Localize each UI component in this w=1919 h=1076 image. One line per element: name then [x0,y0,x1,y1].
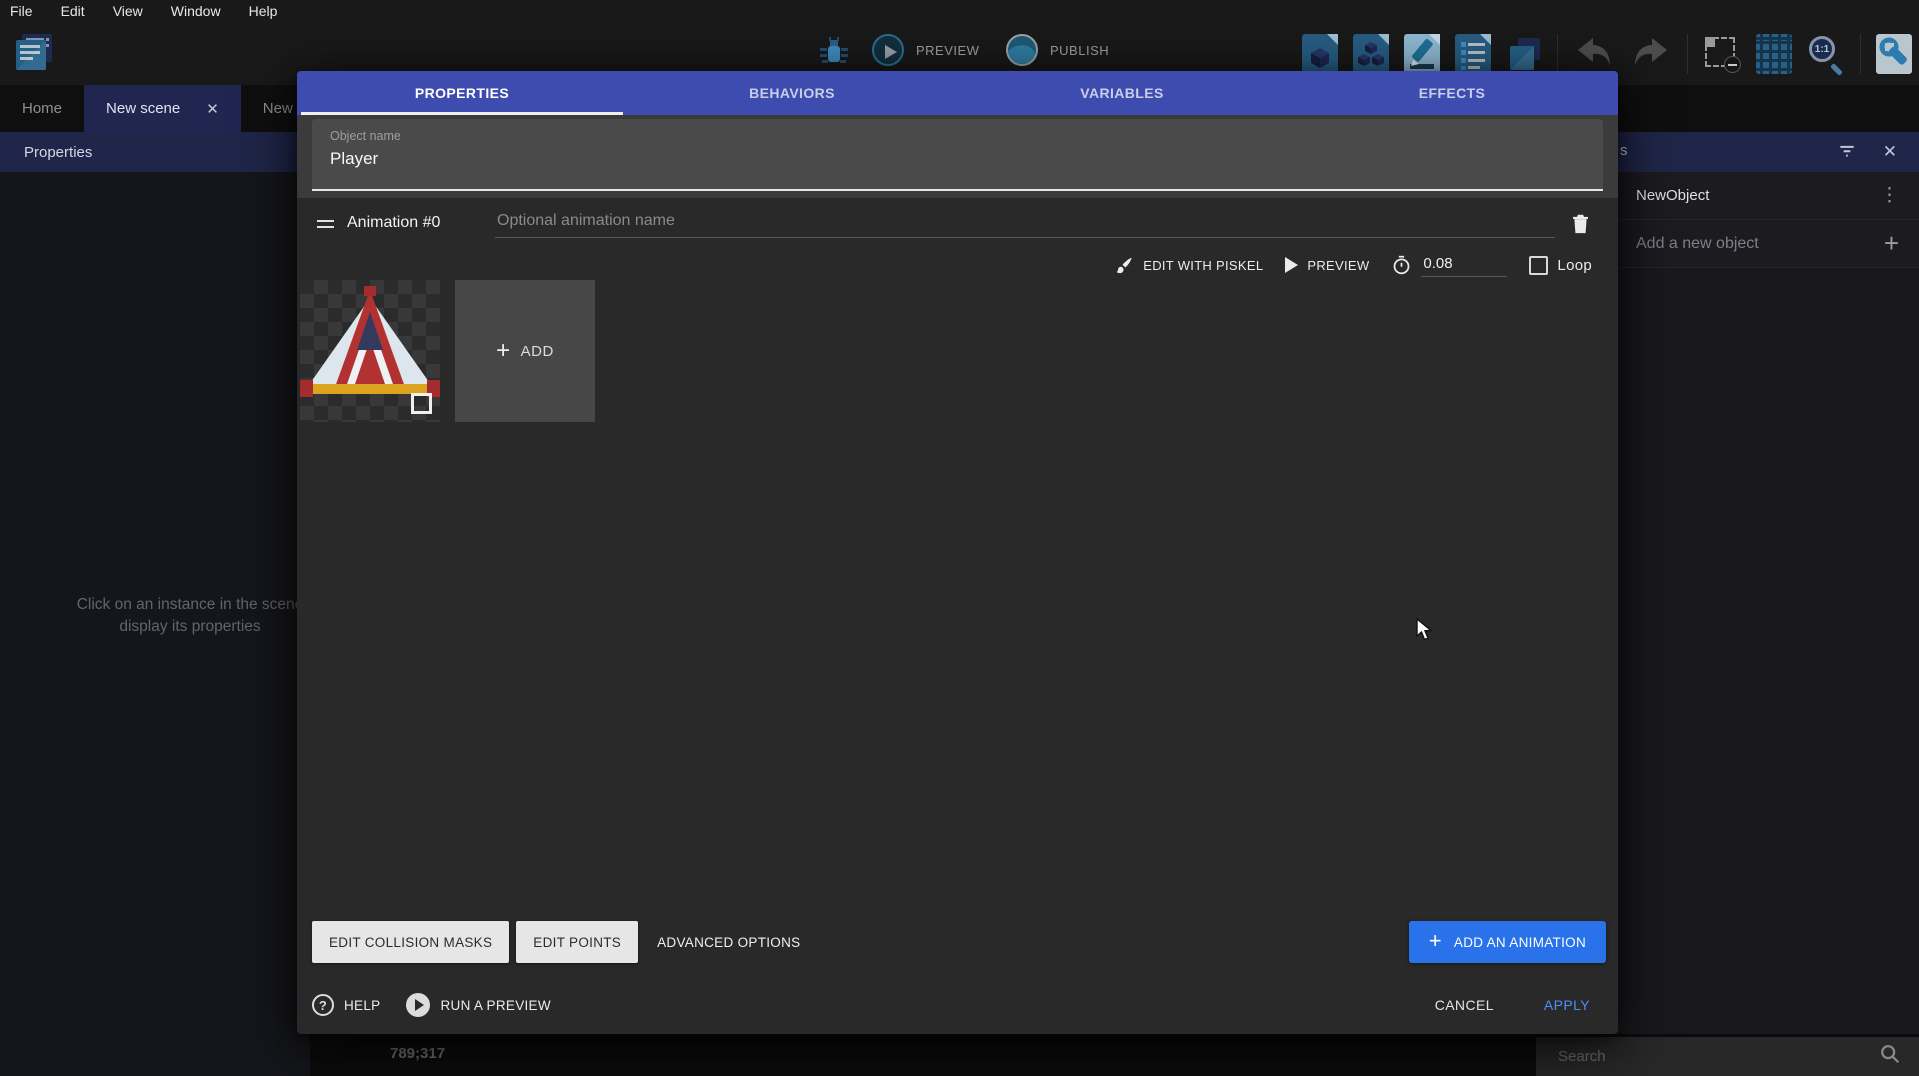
cursor-coordinates: 789;317 [390,1045,445,1062]
search-icon[interactable] [1879,1043,1901,1070]
tab-new-scene[interactable]: New scene ✕ [84,85,241,132]
run-preview-play-icon [406,993,430,1017]
object-name-section: Object name [297,115,1618,198]
menu-edit[interactable]: Edit [61,3,85,19]
instances-list-icon[interactable] [1455,34,1491,74]
preview-play-icon [872,34,904,66]
tab-close-icon[interactable]: ✕ [206,100,219,118]
plus-icon: + [496,337,511,365]
mouse-cursor [1415,618,1437,647]
menu-file[interactable]: File [10,3,33,19]
zoom-one-to-one-icon[interactable]: 1:1 [1807,34,1845,74]
animation-tools-row: EDIT WITH PISKEL PREVIEW Loop [1111,250,1596,280]
sprite-frame-thumbnail[interactable] [300,280,440,422]
animation-header-row: Animation #0 [297,206,1618,246]
publish-label: PUBLISH [1050,43,1109,58]
object-editor-dialog: PROPERTIES BEHAVIORS VARIABLES EFFECTS O… [297,71,1618,1034]
add-object-plus-icon: + [1884,228,1899,259]
toolbar-separator [1860,34,1861,74]
add-frame-button[interactable]: + ADD [455,280,595,422]
object-item-menu-icon[interactable]: ⋮ [1880,184,1899,207]
menu-help[interactable]: Help [249,3,278,19]
scene-settings-wrench-icon[interactable] [1876,34,1912,74]
frame-selection-box[interactable] [411,393,432,414]
loop-toggle[interactable]: Loop [1525,256,1596,275]
apply-button[interactable]: APPLY [1534,997,1600,1013]
animation-title: Animation #0 [347,214,440,232]
dialog-tab-effects[interactable]: EFFECTS [1287,71,1617,115]
edit-collision-masks-button[interactable]: EDIT COLLISION MASKS [312,921,509,963]
add-an-animation-button[interactable]: + ADD AN ANIMATION [1409,921,1606,963]
tab-home[interactable]: Home [0,85,84,132]
animations-section: Animation #0 EDIT WITH PISKEL [297,198,1618,911]
drag-handle-icon[interactable] [317,220,334,232]
animation-name-input[interactable] [495,208,1555,238]
scene-properties-icon[interactable] [1404,34,1440,74]
timer-icon [1391,254,1412,276]
menu-window[interactable]: Window [171,3,221,19]
edit-with-piskel-button[interactable]: EDIT WITH PISKEL [1111,256,1267,275]
dialog-tab-behaviors[interactable]: BEHAVIORS [627,71,957,115]
menu-view[interactable]: View [113,3,143,19]
plus-icon: + [1429,928,1442,954]
animation-frames-row: + ADD [300,280,595,422]
edit-points-button[interactable]: EDIT POINTS [516,921,638,963]
publish-globe-icon [1006,34,1038,66]
dialog-tab-bar: PROPERTIES BEHAVIORS VARIABLES EFFECTS [297,71,1618,115]
preview-animation-button[interactable]: PREVIEW [1281,257,1373,273]
advanced-options-button[interactable]: ADVANCED OPTIONS [645,935,812,950]
brush-icon [1115,256,1134,275]
play-icon [1285,257,1298,273]
search-bar[interactable] [1536,1037,1919,1076]
time-between-frames-input[interactable] [1421,253,1507,277]
project-manager-icon[interactable] [10,28,56,74]
objects-panel-title-partial: s [1620,142,1628,159]
preview-button[interactable]: PREVIEW [872,34,979,66]
time-between-frames-field[interactable] [1387,253,1511,277]
layers-icon[interactable] [1506,34,1542,74]
loop-checkbox[interactable] [1529,256,1548,275]
object-name-input[interactable] [330,149,1585,169]
delete-animation-icon[interactable] [1565,208,1595,238]
redo-icon[interactable] [1630,33,1672,76]
grid-icon[interactable] [1756,34,1792,74]
publish-button[interactable]: PUBLISH [1006,34,1109,66]
objects-panel-icon[interactable] [1302,34,1338,74]
undo-icon[interactable] [1573,33,1615,76]
toolbar-separator [1687,34,1688,74]
run-a-preview-button[interactable]: RUN A PREVIEW [406,993,550,1017]
object-name-field[interactable]: Object name [312,119,1603,191]
filter-icon[interactable] [1837,140,1857,164]
cancel-button[interactable]: CANCEL [1421,997,1508,1013]
help-button[interactable]: ? HELP [312,994,380,1016]
object-name-label: Object name [330,129,1585,143]
dialog-actions-area: EDIT COLLISION MASKS EDIT POINTS ADVANCE… [297,911,1618,1034]
properties-panel-title: Properties [24,144,92,161]
close-panel-icon[interactable]: ✕ [1883,142,1897,162]
help-icon: ? [312,994,334,1016]
preview-label: PREVIEW [916,43,979,58]
toolbar-separator [1557,34,1558,74]
status-bar: 789;317 [310,1034,1919,1076]
object-groups-icon[interactable] [1353,34,1389,74]
dialog-tab-properties[interactable]: PROPERTIES [297,71,627,115]
dialog-tab-variables[interactable]: VARIABLES [957,71,1287,115]
menu-bar: File Edit View Window Help [0,0,1919,22]
toolbar-right-icons: 1:1 [1302,32,1912,76]
debug-icon[interactable] [816,36,852,72]
search-input[interactable] [1536,1048,1879,1065]
delete-selection-icon[interactable] [1703,35,1741,73]
